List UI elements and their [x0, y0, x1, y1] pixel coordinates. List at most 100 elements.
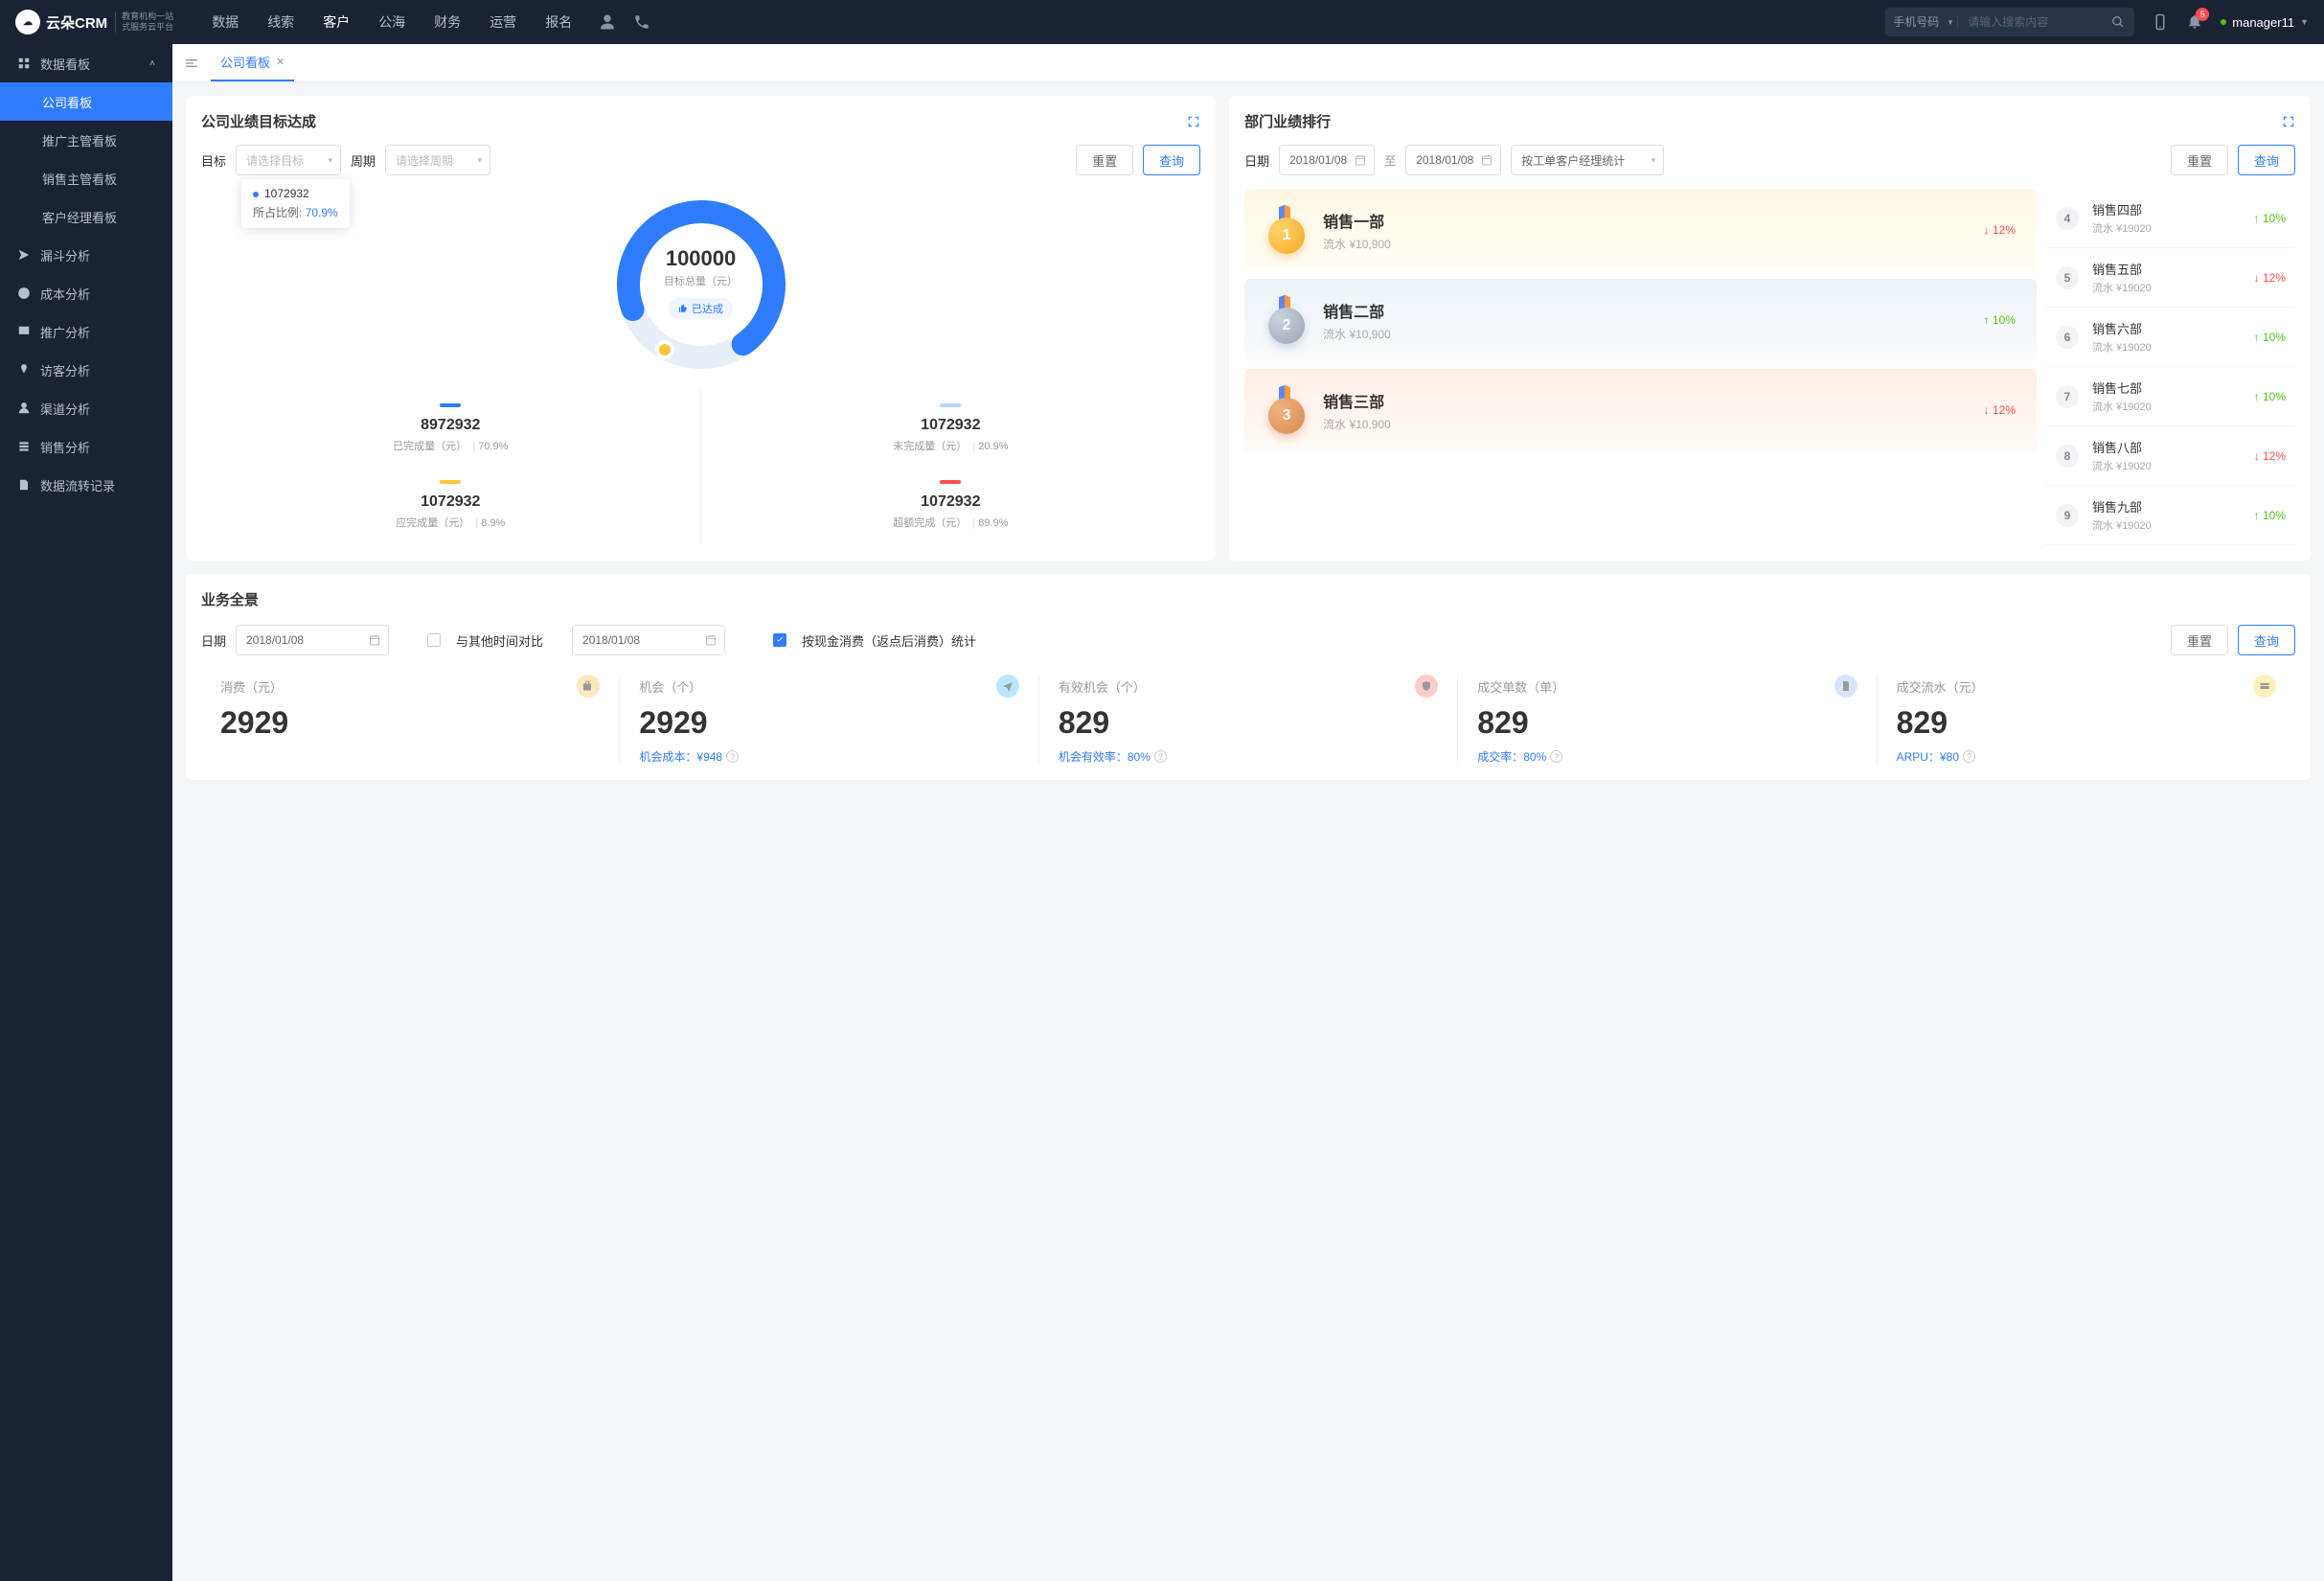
status-dot [2221, 19, 2226, 25]
metric-icon [577, 675, 600, 698]
user-name: manager11 [2232, 15, 2294, 30]
compare-date-input[interactable]: 2018/01/08 [572, 625, 725, 655]
topnav-item[interactable]: 客户 [323, 12, 350, 32]
sidebar-sub-item[interactable]: 客户经理看板 [0, 197, 172, 236]
topnav-item[interactable]: 公海 [378, 12, 405, 32]
top-bar: ☁ 云朵CRM 教育机构一站式服务云平台 数据 线索 客户 公海 财务 运营 报名 手机号码… [0, 0, 2324, 44]
logo-subtitle: 教育机构一站式服务云平台 [115, 11, 173, 33]
rank-top-card[interactable]: 1销售一部流水 ¥10,900↓ 12% [1244, 189, 2037, 271]
metric-card: 成交流水（元）829ARPU：¥80? [1878, 675, 2295, 765]
rank-row[interactable]: 8销售八部流水 ¥19020↓ 12% [2046, 426, 2295, 486]
user-icon[interactable] [599, 13, 616, 31]
thumbs-up-icon [678, 304, 688, 313]
metric-card: 有效机会（个）829机会有效率：80%? [1039, 675, 1458, 765]
tab-company-dashboard[interactable]: 公司看板 ✕ [211, 44, 294, 81]
overview-card: 业务全景 日期 2018/01/08 与其他时间对比 2018/01/08 按现… [186, 574, 2311, 780]
medal-icon: 3 [1265, 386, 1308, 434]
sidebar-item[interactable]: 数据流转记录 [0, 466, 172, 504]
sidebar-item[interactable]: 成本分析 [0, 274, 172, 312]
reset-button[interactable]: 重置 [2171, 625, 2228, 655]
achieved-badge: 已达成 [669, 298, 733, 319]
device-icon[interactable] [2152, 13, 2169, 31]
expand-icon[interactable] [1187, 115, 1200, 128]
menu-icon [17, 478, 31, 492]
tab-bar: 公司看板 ✕ [172, 44, 2324, 82]
medal-icon: 2 [1265, 296, 1308, 344]
help-icon[interactable]: ? [1154, 750, 1167, 763]
search-icon[interactable] [2111, 15, 2125, 29]
reset-button[interactable]: 重置 [2171, 145, 2228, 175]
cash-label: 按现金消费（返点后消费）统计 [802, 631, 976, 650]
rank-top-card[interactable]: 3销售三部流水 ¥10,900↓ 12% [1244, 369, 2037, 451]
calendar-icon [705, 634, 717, 646]
sidebar-sub-item[interactable]: 销售主管看板 [0, 159, 172, 197]
dashboard-icon [17, 57, 31, 70]
topnav-item[interactable]: 报名 [545, 12, 572, 32]
target-select[interactable]: 请选择目标 [236, 145, 341, 175]
chevron-up-icon: ˄ [149, 58, 155, 69]
donut-label: 目标总量（元） [664, 273, 738, 288]
period-select[interactable]: 请选择周期 [385, 145, 490, 175]
rank-row[interactable]: 5销售五部流水 ¥19020↓ 12% [2046, 248, 2295, 308]
sidebar-group-dashboard[interactable]: 数据看板 ˄ [0, 44, 172, 82]
metric-card: 成交单数（单）829成交率：80%? [1458, 675, 1877, 765]
help-icon[interactable]: ? [1963, 750, 1975, 763]
sidebar-item[interactable]: 访客分析 [0, 351, 172, 389]
menu-icon [17, 325, 31, 338]
topnav-item[interactable]: 运营 [490, 12, 516, 32]
menu-icon [17, 440, 31, 453]
topnav-item[interactable]: 财务 [434, 12, 461, 32]
cash-checkbox[interactable] [773, 633, 786, 647]
query-button[interactable]: 查询 [2238, 145, 2295, 175]
logo[interactable]: ☁ 云朵CRM 教育机构一站式服务云平台 [15, 10, 173, 34]
sidebar-sub-item[interactable]: 推广主管看板 [0, 121, 172, 159]
metric-card: 机会（个）2929机会成本：¥948? [620, 675, 1038, 765]
query-button[interactable]: 查询 [1143, 145, 1200, 175]
user-menu[interactable]: manager11 ▼ [2221, 15, 2309, 30]
date-to-input[interactable]: 2018/01/08 [1405, 145, 1501, 175]
rank-row[interactable]: 9销售九部流水 ¥19020↑ 10% [2046, 486, 2295, 545]
metric-icon [1415, 675, 1438, 698]
target-label: 目标 [201, 151, 226, 170]
sidebar-sub-item[interactable]: 公司看板 [0, 82, 172, 121]
topnav-item[interactable]: 线索 [267, 12, 294, 32]
expand-icon[interactable] [2282, 115, 2295, 128]
compare-checkbox[interactable] [427, 633, 441, 647]
card-title: 部门业绩排行 [1244, 111, 1331, 131]
rank-row[interactable]: 7销售七部流水 ¥19020↑ 10% [2046, 367, 2295, 426]
notification-count: 5 [2196, 8, 2209, 21]
help-icon[interactable]: ? [1550, 750, 1562, 763]
reset-button[interactable]: 重置 [1076, 145, 1133, 175]
sidebar-item[interactable]: 推广分析 [0, 312, 172, 351]
collapse-icon[interactable] [184, 56, 199, 71]
rank-row[interactable]: 4销售四部流水 ¥19020↑ 10% [2046, 189, 2295, 248]
close-icon[interactable]: ✕ [276, 56, 285, 68]
rank-mode-select[interactable]: 按工单客户经理统计 [1511, 145, 1664, 175]
help-icon[interactable]: ? [726, 750, 739, 763]
menu-icon [17, 286, 31, 300]
donut-total: 100000 [664, 246, 738, 271]
date-label: 日期 [201, 631, 226, 650]
sidebar: 数据看板 ˄ 公司看板推广主管看板销售主管看板客户经理看板 漏斗分析成本分析推广… [0, 44, 172, 1581]
notification-button[interactable]: 5 [2186, 12, 2203, 33]
menu-icon [17, 363, 31, 377]
sidebar-item[interactable]: 销售分析 [0, 427, 172, 466]
rank-row[interactable]: 6销售六部流水 ¥19020↑ 10% [2046, 308, 2295, 367]
phone-icon[interactable] [633, 13, 650, 31]
search-input[interactable] [1958, 15, 2102, 29]
metric-card: 消费（元）2929 [201, 675, 620, 765]
query-button[interactable]: 查询 [2238, 625, 2295, 655]
date-from-input[interactable]: 2018/01/08 [1279, 145, 1375, 175]
calendar-icon [1355, 154, 1366, 166]
card-title: 公司业绩目标达成 [201, 111, 316, 131]
topnav-item[interactable]: 数据 [212, 12, 239, 32]
overview-date-input[interactable]: 2018/01/08 [236, 625, 389, 655]
sidebar-item[interactable]: 渠道分析 [0, 389, 172, 427]
metric-icon [1834, 675, 1857, 698]
sidebar-item[interactable]: 漏斗分析 [0, 236, 172, 274]
chevron-down-icon: ▼ [2300, 17, 2309, 27]
ranking-card: 部门业绩排行 日期 2018/01/08 至 2018/01/08 按工单客户经… [1229, 96, 2311, 561]
menu-icon [17, 248, 31, 262]
rank-top-card[interactable]: 2销售二部流水 ¥10,900↑ 10% [1244, 279, 2037, 361]
search-type-select[interactable]: 手机号码 [1885, 15, 1958, 29]
